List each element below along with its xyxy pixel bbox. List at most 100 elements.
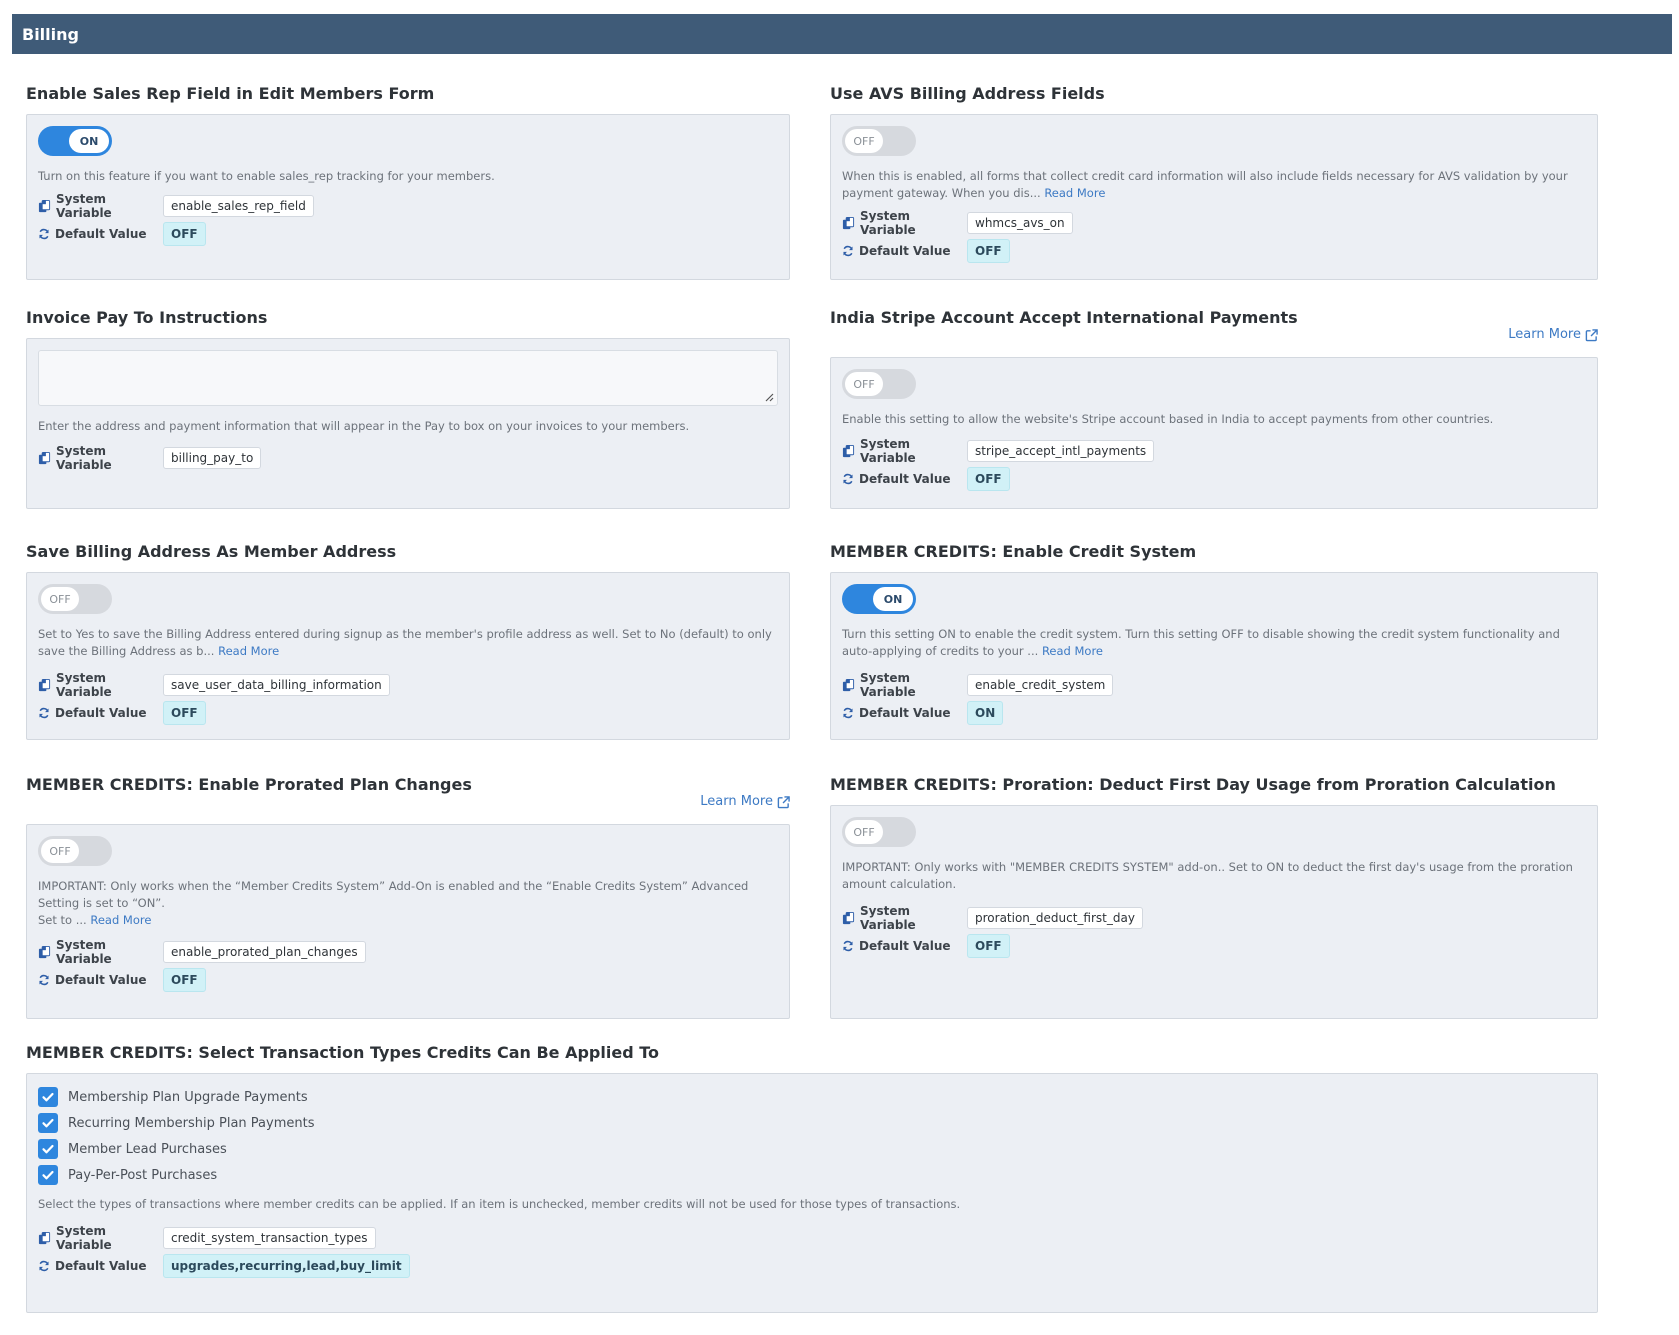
toggle-state: ON [873,587,913,611]
setting-title: MEMBER CREDITS: Select Transaction Types… [26,1043,659,1062]
system-variable-value[interactable]: whmcs_avs_on [967,212,1073,234]
avs-toggle[interactable]: OFF [842,126,916,156]
setting-prorated-plan-changes: MEMBER CREDITS: Enable Prorated Plan Cha… [26,773,790,1019]
setting-avs: Use AVS Billing Address Fields OFF When … [830,82,1598,282]
system-variable-row: System Variable enable_sales_rep_field [38,192,778,220]
system-variable-row: System Variable whmcs_avs_on [842,209,1586,237]
toggle-state: OFF [845,820,883,844]
setting-title: MEMBER CREDITS: Proration: Deduct First … [830,775,1556,794]
refresh-icon [842,940,854,952]
system-variable-row: System Variable save_user_data_billing_i… [38,671,778,699]
setting-title: Save Billing Address As Member Address [26,542,397,561]
setting-description: Select the types of transactions where m… [38,1197,961,1211]
default-value-badge: ON [967,701,1004,725]
default-value-badge: OFF [163,222,206,246]
read-more-link[interactable]: Read More [90,913,151,927]
default-value-row: Default Value OFF [842,934,1586,958]
setting-panel: OFF When this is enabled, all forms that… [830,114,1598,280]
checkbox-label: Pay-Per-Post Purchases [68,1167,218,1183]
prorated-toggle[interactable]: OFF [38,836,112,866]
copy-icon [842,217,855,230]
checkbox-checked[interactable] [38,1165,58,1185]
system-variable-value[interactable]: save_user_data_billing_information [163,674,390,696]
checkbox-pay-per-post[interactable]: Pay-Per-Post Purchases [38,1162,1586,1188]
system-variable-value[interactable]: enable_credit_system [967,674,1114,696]
checkbox-checked[interactable] [38,1113,58,1133]
refresh-icon [842,473,854,485]
setting-panel: Enter the address and payment informatio… [26,338,790,509]
setting-title: Use AVS Billing Address Fields [830,84,1105,103]
system-variable-value[interactable]: enable_sales_rep_field [163,195,314,217]
credit-system-toggle[interactable]: ON [842,584,916,614]
system-variable-row: System Variable credit_system_transactio… [38,1224,1586,1252]
toggle-state: OFF [845,372,883,396]
resize-handle-icon[interactable] [765,393,774,402]
system-variable-row: System Variable enable_prorated_plan_cha… [38,938,778,966]
sales-rep-toggle[interactable]: ON [38,126,112,156]
checkbox-label: Recurring Membership Plan Payments [68,1115,315,1131]
system-variable-row: System Variable stripe_accept_intl_payme… [842,437,1586,465]
toggle-state: OFF [41,839,79,863]
refresh-icon [38,1260,50,1272]
copy-icon [842,679,855,692]
read-more-link[interactable]: Read More [218,644,279,658]
read-more-link[interactable]: Read More [1044,186,1105,200]
setting-transaction-types: MEMBER CREDITS: Select Transaction Types… [26,1041,1598,1313]
setting-panel: Membership Plan Upgrade Payments Recurri… [26,1073,1598,1313]
system-variable-value[interactable]: enable_prorated_plan_changes [163,941,366,963]
default-value-row: Default Value OFF [842,239,1586,263]
system-variable-row: System Variable billing_pay_to [38,444,778,472]
proration-first-day-toggle[interactable]: OFF [842,817,916,847]
checkbox-label: Membership Plan Upgrade Payments [68,1089,308,1105]
copy-icon [38,679,51,692]
setting-credit-system: MEMBER CREDITS: Enable Credit System ON … [830,540,1598,740]
default-value-row: Default Value OFF [842,467,1586,491]
default-value-badge: upgrades,recurring,lead,buy_limit [163,1254,410,1278]
setting-title: Invoice Pay To Instructions [26,308,268,327]
learn-more-link[interactable]: Learn More [1508,326,1598,344]
check-icon [41,1168,55,1182]
system-variable-value[interactable]: stripe_accept_intl_payments [967,440,1155,462]
setting-panel: OFF Set to Yes to save the Billing Addre… [26,572,790,740]
save-billing-toggle[interactable]: OFF [38,584,112,614]
setting-title: MEMBER CREDITS: Enable Prorated Plan Cha… [26,775,472,794]
checkbox-recurring-payments[interactable]: Recurring Membership Plan Payments [38,1110,1586,1136]
india-stripe-toggle[interactable]: OFF [842,369,916,399]
setting-invoice-pay-to: Invoice Pay To Instructions Enter the ad… [26,306,790,509]
setting-sales-rep: Enable Sales Rep Field in Edit Members F… [26,82,790,282]
section-title: Billing [22,24,79,44]
learn-more-link[interactable]: Learn More [700,793,790,811]
copy-icon [842,912,855,925]
checkbox-checked[interactable] [38,1087,58,1107]
setting-panel: OFF IMPORTANT: Only works when the “Memb… [26,824,790,1019]
setting-description: IMPORTANT: Only works when the “Member C… [38,879,749,927]
external-link-icon [1585,329,1598,342]
setting-panel: OFF Enable this setting to allow the web… [830,357,1598,509]
setting-proration-first-day: MEMBER CREDITS: Proration: Deduct First … [830,773,1598,1019]
setting-description: Turn on this feature if you want to enab… [38,169,495,183]
toggle-state: OFF [41,587,79,611]
refresh-icon [38,228,50,240]
setting-title: MEMBER CREDITS: Enable Credit System [830,542,1197,561]
checkbox-upgrade-payments[interactable]: Membership Plan Upgrade Payments [38,1084,1586,1110]
check-icon [41,1116,55,1130]
external-link-icon [777,796,790,809]
default-value-row: Default Value OFF [38,968,778,992]
checkbox-lead-purchases[interactable]: Member Lead Purchases [38,1136,1586,1162]
system-variable-value[interactable]: billing_pay_to [163,447,262,469]
setting-india-stripe: India Stripe Account Accept Internationa… [830,306,1598,509]
check-icon [41,1090,55,1104]
section-header: Billing [12,14,1672,54]
system-variable-value[interactable]: credit_system_transaction_types [163,1227,376,1249]
system-variable-row: System Variable enable_credit_system [842,671,1586,699]
pay-to-textarea[interactable] [38,350,778,406]
copy-icon [842,445,855,458]
read-more-link[interactable]: Read More [1042,644,1103,658]
setting-description: IMPORTANT: Only works with "MEMBER CREDI… [842,860,1573,891]
checkbox-checked[interactable] [38,1139,58,1159]
default-value-badge: OFF [967,934,1010,958]
system-variable-value[interactable]: proration_deduct_first_day [967,907,1143,929]
setting-title: India Stripe Account Accept Internationa… [830,308,1298,327]
refresh-icon [38,974,50,986]
toggle-state: ON [69,129,109,153]
